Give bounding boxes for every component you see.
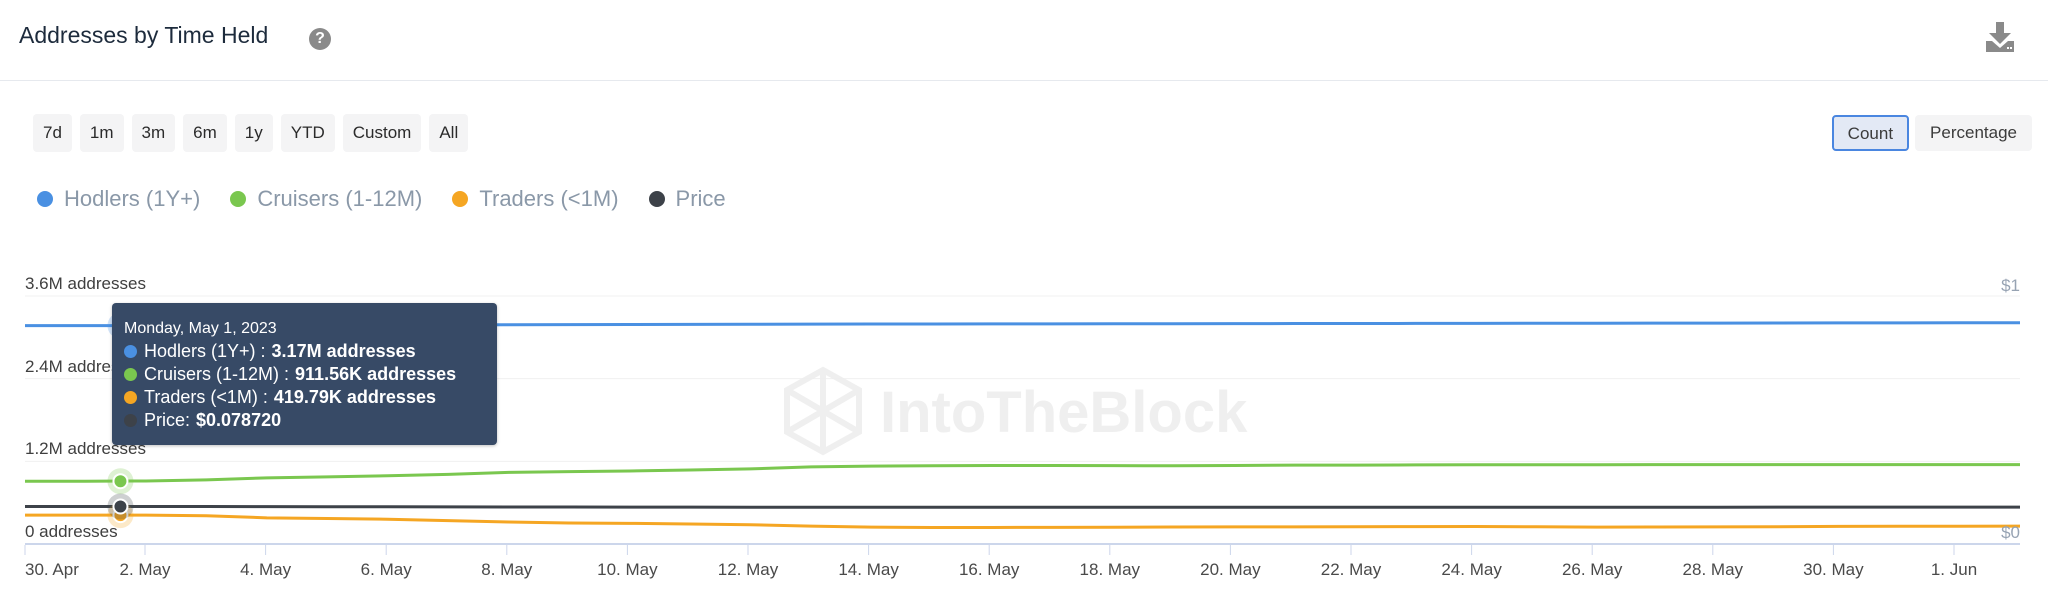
x-tick-label: 4. May (240, 560, 292, 579)
x-axis (24, 545, 1955, 555)
tooltip-value: 911.56K addresses (295, 364, 457, 384)
tooltip-dot-icon (124, 345, 137, 358)
tooltip-row: Traders (<1M) :419.79K addresses (124, 386, 485, 409)
chart-tooltip: Monday, May 1, 2023 Hodlers (1Y+) :3.17M… (112, 303, 497, 445)
y-tick-label: 0 addresses (25, 522, 118, 541)
x-tick-label: 6. May (360, 560, 412, 579)
series-line-cruisers (25, 463, 2020, 483)
x-tick-label: 10. May (597, 560, 658, 579)
x-tick-label: 22. May (1320, 560, 1382, 579)
x-tick-label: 14. May (838, 560, 899, 579)
x-tick-label: 16. May (958, 560, 1020, 579)
x-tick-label: 1. Jun (1930, 560, 1978, 579)
tooltip-label: Cruisers (1-12M) : (144, 364, 290, 384)
watermark-text: IntoTheBlock (880, 380, 1248, 445)
hover-point (112, 473, 129, 490)
x-tick-label: 18. May (1079, 560, 1141, 579)
tooltip-dot-icon (124, 368, 137, 381)
tooltip-dot-icon (124, 414, 137, 427)
tooltip-date: Monday, May 1, 2023 (124, 320, 277, 337)
watermark-logo: IntoTheBlock (784, 366, 1248, 456)
y2-tick-label: $0 (2001, 523, 2020, 542)
series-line-traders (25, 513, 2021, 529)
tooltip-dot-icon (124, 391, 137, 404)
tooltip-row: Hodlers (1Y+) :3.17M addresses (124, 340, 485, 363)
x-tick-label: 8. May (481, 560, 533, 579)
x-tick-label: 26. May (1561, 560, 1623, 579)
y-tick-label: 3.6M addresses (25, 274, 146, 293)
tooltip-label: Traders (<1M) : (144, 387, 268, 407)
x-tick-label: 28. May (1682, 560, 1744, 579)
tooltip-label: Price: (144, 410, 191, 430)
y2-tick-label: $1 (2001, 276, 2020, 295)
hover-point (112, 498, 129, 515)
series-line-price (24, 504, 2020, 509)
tooltip-value: 419.79K addresses (273, 387, 436, 407)
tooltip-label: Hodlers (1Y+) : (144, 341, 266, 361)
tooltip-value: 3.17M addresses (271, 341, 416, 361)
x-tick-label: 30. Apr (25, 560, 79, 579)
line-chart: IntoTheBlock (24, 295, 2021, 555)
tooltip-row: Cruisers (1-12M) :911.56K addresses (124, 363, 485, 386)
x-tick-label: 12. May (717, 560, 779, 579)
tooltip-row: Price: $0.078720 (124, 409, 485, 432)
tooltip-value: $0.078720 (196, 410, 282, 430)
x-tick-label: 24. May (1441, 560, 1502, 579)
x-tick-label: 20. May (1200, 560, 1261, 579)
x-tick-label: 2. May (119, 560, 171, 579)
x-tick-label: 30. May (1803, 560, 1864, 579)
